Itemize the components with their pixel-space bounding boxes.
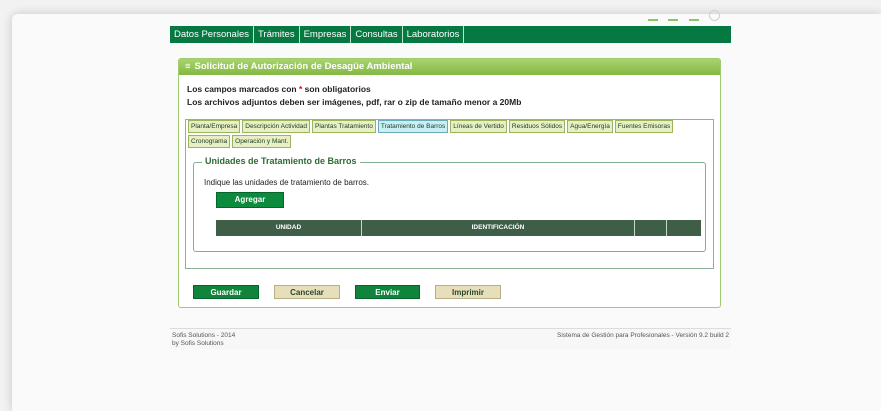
column-identificacion[interactable]: IDENTIFICACIÓN bbox=[362, 220, 635, 236]
print-button[interactable]: Imprimir bbox=[435, 285, 501, 299]
tab-planta-empresa[interactable]: Planta/Empresa bbox=[188, 120, 241, 133]
top-toolbar-icons bbox=[648, 8, 726, 21]
nav-empresas[interactable]: Empresas bbox=[300, 26, 352, 43]
info-notes: Los campos marcados con * son obligatori… bbox=[187, 83, 720, 109]
column-action-2 bbox=[667, 220, 701, 236]
tab-row-1: Planta/Empresa Descripción Actividad Pla… bbox=[188, 120, 675, 133]
nav-tramites[interactable]: Trámites bbox=[254, 26, 300, 43]
tab-plantas-tratamiento[interactable]: Plantas Tratamiento bbox=[312, 120, 376, 133]
fieldset-hint: Indique las unidades de tratamiento de b… bbox=[204, 178, 369, 187]
save-button[interactable]: Guardar bbox=[193, 285, 259, 299]
page-title: Solicitud de Autorización de Desagüe Amb… bbox=[194, 61, 413, 72]
minimize-icon[interactable] bbox=[648, 13, 658, 21]
fieldset-legend: Unidades de Tratamiento de Barros bbox=[202, 156, 360, 166]
panel-header: ≡ Solicitud de Autorización de Desagüe Am… bbox=[179, 59, 720, 75]
tab-cronograma[interactable]: Cronograma bbox=[188, 135, 231, 148]
nav-laboratorios[interactable]: Laboratorios bbox=[403, 26, 465, 43]
request-panel: ≡ Solicitud de Autorización de Desagüe Am… bbox=[178, 58, 721, 308]
footer-line-1: Sofis Solutions - 2014 bbox=[172, 332, 236, 339]
tab-tratamiento-barros[interactable]: Tratamiento de Barros bbox=[377, 120, 449, 133]
tab-operacion-mant[interactable]: Operación y Mant. bbox=[232, 135, 292, 148]
tab-agua-energia[interactable]: Agua/Energía bbox=[567, 120, 613, 133]
attachments-note: Los archivos adjuntos deben ser imágenes… bbox=[187, 97, 522, 107]
tab-row-2: Cronograma Operación y Mant. bbox=[188, 135, 293, 148]
unidades-fieldset: Unidades de Tratamiento de Barros Indiqu… bbox=[193, 156, 706, 252]
footer-line-2: by Sofis Solutions bbox=[172, 340, 224, 347]
footer-version: Sistema de Gestión para Profesionales - … bbox=[557, 332, 729, 339]
column-action-1 bbox=[635, 220, 667, 236]
required-note: Los campos marcados con * son obligatori… bbox=[187, 84, 371, 94]
nav-datos-personales[interactable]: Datos Personales bbox=[170, 26, 254, 43]
tab-lineas-vertido[interactable]: Líneas de Vertido bbox=[450, 120, 507, 133]
tab-descripcion-actividad[interactable]: Descripción Actividad bbox=[242, 120, 311, 133]
add-unit-button[interactable]: Agregar bbox=[216, 192, 284, 208]
form-actions: Guardar Cancelar Enviar Imprimir bbox=[193, 285, 516, 299]
form-tabs: Planta/Empresa Descripción Actividad Pla… bbox=[185, 119, 714, 269]
search-icon[interactable] bbox=[688, 13, 699, 21]
gear-icon[interactable] bbox=[709, 10, 721, 21]
tab-fuentes-emisoras[interactable]: Fuentes Emisoras bbox=[614, 120, 674, 133]
tab-residuos-solidos[interactable]: Residuos Sólidos bbox=[508, 120, 566, 133]
main-nav: Datos Personales Trámites Empresas Consu… bbox=[170, 26, 731, 43]
restore-icon[interactable] bbox=[668, 13, 679, 21]
list-icon: ≡ bbox=[185, 61, 191, 72]
footer-credits: Sofis Solutions - 2014 by Sofis Solution… bbox=[172, 332, 235, 348]
cancel-button[interactable]: Cancelar bbox=[274, 285, 340, 299]
page-footer: Sofis Solutions - 2014 by Sofis Solution… bbox=[170, 328, 731, 349]
units-table-header: UNIDAD IDENTIFICACIÓN bbox=[216, 220, 701, 236]
nav-consultas[interactable]: Consultas bbox=[351, 26, 403, 43]
column-unidad[interactable]: UNIDAD bbox=[216, 220, 362, 236]
send-button[interactable]: Enviar bbox=[355, 285, 420, 299]
